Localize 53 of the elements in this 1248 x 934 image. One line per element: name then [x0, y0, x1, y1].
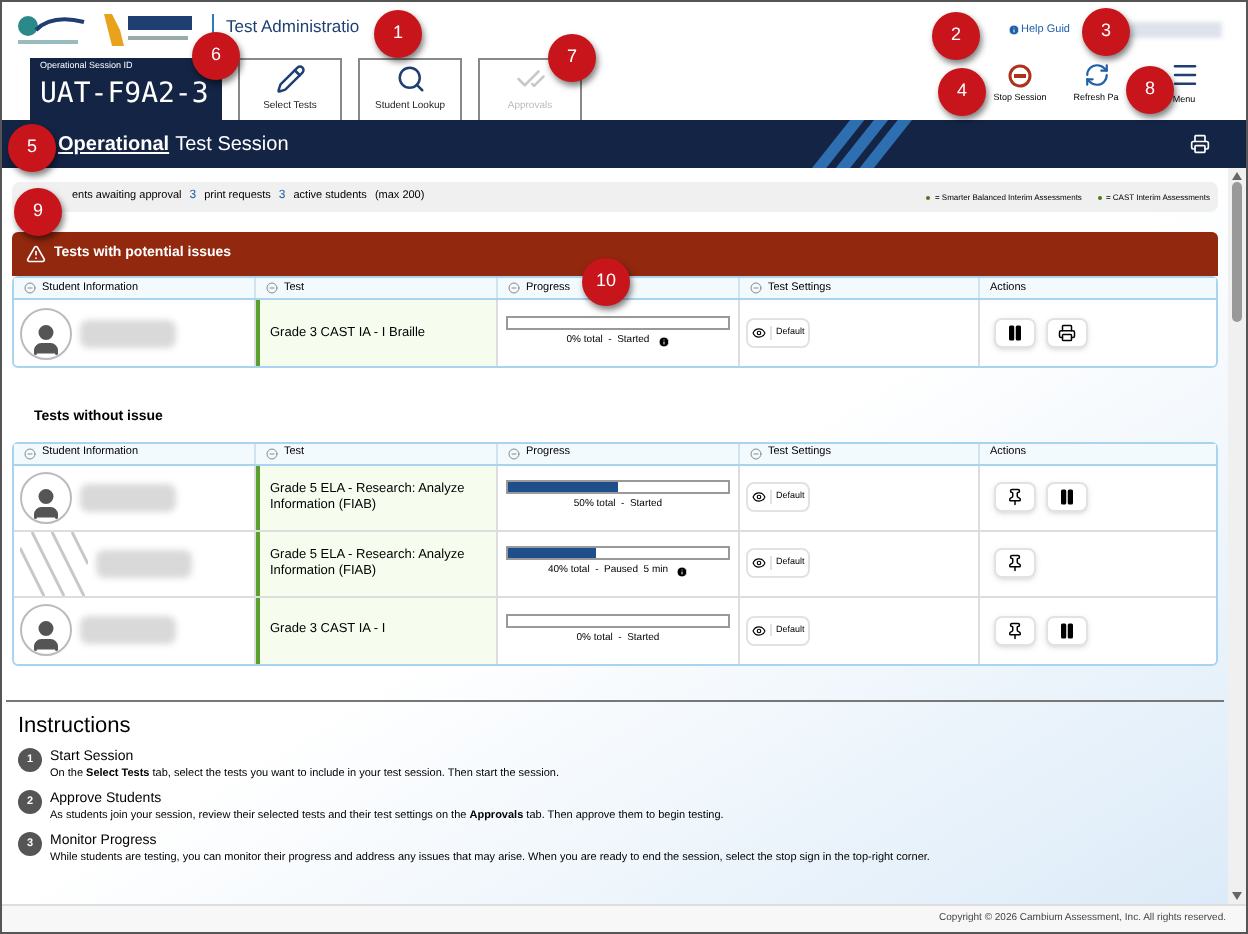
striped-placeholder — [20, 531, 88, 595]
instructions-title: Instructions — [18, 711, 133, 741]
print-button[interactable] — [1046, 318, 1088, 348]
pin-icon — [1006, 488, 1024, 506]
pause-button[interactable] — [1046, 482, 1088, 512]
printer-icon[interactable] — [1190, 134, 1210, 154]
eye-icon — [752, 623, 766, 637]
blurred-name — [80, 616, 176, 644]
callout-badge: 6 — [192, 32, 240, 80]
session-id: UAT-F9A2-3 — [40, 75, 211, 114]
eye-icon — [752, 556, 766, 570]
callout-badge: 7 — [548, 34, 596, 82]
avatar — [20, 307, 72, 359]
avatar — [20, 471, 72, 523]
elpac-logo — [100, 10, 196, 50]
warning-icon — [26, 244, 46, 264]
pin-button[interactable] — [994, 548, 1036, 578]
printer-icon — [1058, 324, 1076, 342]
menu-icon — [1169, 60, 1199, 91]
search-icon — [395, 64, 425, 95]
callout-badge: 3 — [1082, 8, 1130, 56]
pause-button[interactable] — [1046, 615, 1088, 645]
info-icon[interactable] — [676, 566, 689, 578]
scroll-down-icon[interactable] — [1232, 892, 1242, 900]
avatar — [20, 604, 72, 656]
pause-icon — [1058, 621, 1076, 639]
blurred-name — [80, 319, 176, 347]
blurred-name — [80, 483, 176, 511]
pause-button[interactable] — [994, 318, 1036, 348]
pause-icon — [1006, 324, 1024, 342]
callout-badge: 1 — [374, 10, 422, 58]
pin-icon — [1006, 621, 1024, 639]
refresh-icon — [1083, 62, 1109, 89]
help-icon — [1007, 24, 1020, 36]
blurred-user-name — [1130, 22, 1222, 38]
info-icon[interactable] — [657, 336, 670, 348]
callout-badge: 4 — [938, 68, 986, 116]
pencil-icon — [275, 64, 305, 95]
scrollbar[interactable] — [1228, 168, 1246, 904]
pause-icon — [1058, 488, 1076, 506]
stripes-decoration — [812, 120, 912, 168]
pin-button[interactable] — [994, 615, 1036, 645]
callout-badge: 8 — [1126, 66, 1174, 114]
caaspp-logo — [16, 10, 88, 50]
stop-sign-icon — [1008, 63, 1032, 88]
banner-title: Test Session — [175, 131, 289, 159]
eye-icon — [752, 490, 766, 504]
eye-icon — [752, 326, 766, 340]
pin-icon — [1006, 554, 1024, 572]
blurred-name — [96, 549, 192, 577]
pin-button[interactable] — [994, 482, 1036, 512]
callout-badge: 2 — [932, 12, 980, 60]
session-type-link[interactable]: Operational — [58, 129, 170, 159]
